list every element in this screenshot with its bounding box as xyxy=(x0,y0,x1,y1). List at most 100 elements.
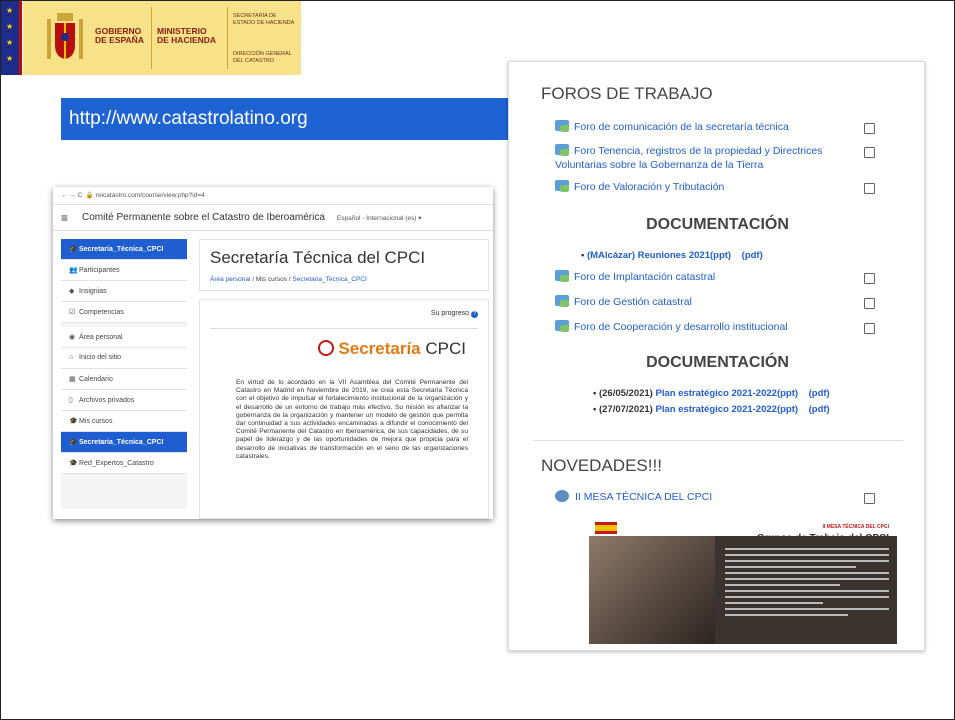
secretaria-label: SECRETARÍA DE ESTADO DE HACIENDA xyxy=(233,13,295,26)
sidebar-item-label: Secretaria_Técnica_CPCI xyxy=(79,246,164,253)
document-link[interactable]: Plan estratégico 2021-2022(ppt) xyxy=(655,404,798,415)
sidebar-item-calendario[interactable]: ▦ Calendario xyxy=(61,369,187,390)
forum-label: Foro de comunicación de la secretaría té… xyxy=(574,121,789,133)
breadcrumb-item[interactable]: Mis cursos xyxy=(256,276,287,283)
documentation-heading: DOCUMENTACIÓN xyxy=(646,354,789,371)
forum-label: Foro de Gestión catastral xyxy=(574,296,692,308)
sidebar-item-label: Mis cursos xyxy=(79,418,113,425)
completion-checkbox[interactable] xyxy=(864,183,875,194)
spain-flag-icon xyxy=(595,522,617,534)
news-image-text xyxy=(725,548,889,620)
checkbox-icon: ☑ xyxy=(69,309,76,316)
address-bar[interactable]: ← → C 🔒 reicatastro.com/course/view.php?… xyxy=(53,187,493,205)
url-banner[interactable]: http://www.catastrolatino.org xyxy=(61,98,539,140)
graduation-cap-icon: 🎓 xyxy=(69,246,78,253)
sidebar-item-label: Competencias xyxy=(79,309,124,316)
site-title[interactable]: Comité Permanente sobre el Catastro de I… xyxy=(82,212,325,223)
news-label: II MESA TÉCNICA DEL CPCI xyxy=(575,491,713,503)
completion-checkbox[interactable] xyxy=(864,147,875,158)
forum-icon xyxy=(555,144,569,156)
document-item: • (27/07/2021) Plan estratégico 2021-202… xyxy=(593,404,830,415)
forum-link[interactable]: Foro de Implantación catastral xyxy=(555,270,715,284)
shield-icon: ◆ xyxy=(69,288,75,295)
dashboard-icon: ◉ xyxy=(69,334,76,341)
news-link[interactable]: II MESA TÉCNICA DEL CPCI xyxy=(555,490,712,504)
sidebar-item-archivos[interactable]: ▯ Archivos privados xyxy=(61,390,187,411)
progress-indicator: Su progreso ? xyxy=(210,310,478,329)
breadcrumb-link[interactable]: Área personal xyxy=(210,276,250,283)
direccion-label: DIRECCIÓN GENERAL DEL CATASTRO xyxy=(233,51,292,64)
forum-label: Foro de Valoración y Tributación xyxy=(574,181,725,193)
pdf-link[interactable]: (pdf) xyxy=(809,388,830,399)
document-link[interactable]: (MAlcázar) Reuniones 2021(ppt) xyxy=(587,250,731,261)
pdf-link[interactable]: (pdf) xyxy=(809,404,830,415)
calendar-icon: ▦ xyxy=(69,376,76,383)
forum-icon xyxy=(555,180,569,192)
document-date: (27/07/2021) xyxy=(598,404,653,415)
nav-arrows-icon[interactable]: ← → C 🔒 xyxy=(61,192,96,199)
sidebar-item-course-active[interactable]: 🎓Secretaria_Técnica_CPCI xyxy=(61,432,187,453)
coat-of-arms-icon xyxy=(47,13,83,59)
course-screenshot: ← → C 🔒 reicatastro.com/course/view.php?… xyxy=(53,187,493,519)
secretaria-brand: Secretaría CPCI xyxy=(210,339,478,359)
completion-checkbox[interactable] xyxy=(864,273,875,284)
help-icon[interactable]: ? xyxy=(471,311,478,318)
course-main: Secretaría Técnica del CPCI Área persona… xyxy=(199,239,489,519)
forum-link[interactable]: Foro de Cooperación y desarrollo institu… xyxy=(555,320,788,334)
sidebar-item-inicio[interactable]: ⌂ Inicio del sitio xyxy=(61,348,187,369)
sidebar-item-label: Calendario xyxy=(79,376,113,383)
course-sidebar: 🎓Secretaria_Técnica_CPCI 👥Participantes … xyxy=(61,239,187,509)
sidebar-item-label: Inicio del sitio xyxy=(79,354,122,361)
documentation-heading: DOCUMENTACIÓN xyxy=(646,216,789,233)
foros-title: FOROS DE TRABAJO xyxy=(541,84,713,103)
brand-orange: Secretaría xyxy=(338,339,421,358)
slide: ★ ★ ★ ★ GOBIERNO DE ESPAÑA MINISTERIO DE… xyxy=(0,0,955,720)
ministry-label: MINISTERIO DE HACIENDA xyxy=(157,27,225,45)
brand-plain: CPCI xyxy=(425,339,466,358)
completion-checkbox[interactable] xyxy=(864,323,875,334)
document-date: (26/05/2021) xyxy=(598,388,653,399)
home-icon: ⌂ xyxy=(69,354,74,361)
sidebar-item-area-personal[interactable]: ◉ Área personal xyxy=(61,327,187,348)
forum-link[interactable]: Foro de Valoración y Tributación xyxy=(555,180,724,194)
divider xyxy=(227,7,228,69)
completion-checkbox[interactable] xyxy=(864,298,875,309)
meeting-photo xyxy=(589,536,715,644)
course-body: Su progreso ? Secretaría CPCI En virtud … xyxy=(199,299,489,519)
course-header: Secretaría Técnica del CPCI Área persona… xyxy=(199,239,489,291)
sidebar-item-label: Secretaria_Técnica_CPCI xyxy=(79,439,164,446)
forum-icon xyxy=(555,320,569,332)
sidebar-item-participantes[interactable]: 👥Participantes xyxy=(61,260,187,281)
sidebar-item-label: Insignias xyxy=(79,288,107,295)
sidebar-item-mis-cursos[interactable]: 🎓Mis cursos xyxy=(61,411,187,432)
sidebar-item-competencias[interactable]: ☑ Competencias xyxy=(61,302,187,323)
forum-link[interactable]: Foro Tenencia, registros de la propiedad… xyxy=(555,144,865,172)
sidebar-item-red-expertos[interactable]: 🎓Red_Expertos_Catastro xyxy=(61,453,187,474)
sidebar-item-insignias[interactable]: ◆ Insignias xyxy=(61,281,187,302)
ministry-line2: DE HACIENDA xyxy=(157,35,217,45)
sidebar-item-course[interactable]: 🎓Secretaria_Técnica_CPCI xyxy=(61,239,187,260)
pdf-link[interactable]: (pdf) xyxy=(742,250,763,261)
forums-panel: FOROS DE TRABAJO Foro de comunicación de… xyxy=(508,61,925,651)
file-icon: ▯ xyxy=(69,397,73,404)
forum-label: Foro de Cooperación y desarrollo institu… xyxy=(574,321,788,333)
forum-link[interactable]: Foro de comunicación de la secretaría té… xyxy=(555,120,789,134)
forum-label: Foro de Implantación catastral xyxy=(574,271,716,283)
gov-line2: DE ESPAÑA xyxy=(95,35,144,45)
sidebar-item-label: Área personal xyxy=(79,334,123,341)
sidebar-item-label: Archivos privados xyxy=(79,397,135,404)
graduation-cap-icon: 🎓 xyxy=(69,418,78,425)
hamburger-menu-icon[interactable]: ≡ xyxy=(61,211,68,225)
news-image[interactable]: II MESA TÉCNICA DEL CPCIGrupos de Trabaj… xyxy=(589,518,897,644)
completion-checkbox[interactable] xyxy=(864,493,875,504)
top-navbar: ≡ Comité Permanente sobre el Catastro de… xyxy=(53,205,493,231)
sidebar-item-label: Participantes xyxy=(79,267,120,274)
document-link[interactable]: Plan estratégico 2021-2022(ppt) xyxy=(655,388,798,399)
users-icon: 👥 xyxy=(69,267,78,274)
forum-link[interactable]: Foro de Gestión catastral xyxy=(555,295,692,309)
eu-flag: ★ ★ ★ ★ xyxy=(1,1,19,75)
language-selector[interactable]: Español - Internacional (es) ▾ xyxy=(337,214,422,222)
breadcrumb-link[interactable]: Secretaria_Tecnica_CPCI xyxy=(292,276,366,283)
forum-icon xyxy=(555,120,569,132)
completion-checkbox[interactable] xyxy=(864,123,875,134)
